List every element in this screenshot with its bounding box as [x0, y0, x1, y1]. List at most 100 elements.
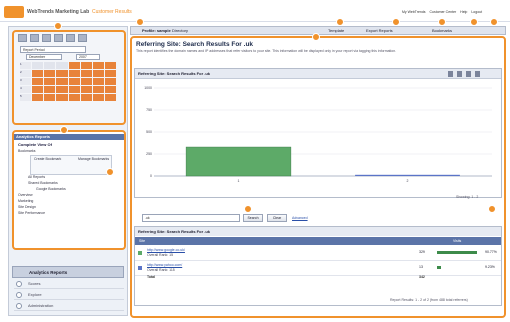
custom-range-icon[interactable]	[78, 34, 87, 42]
manage-bookmarks-link[interactable]: Manage Bookmarks	[78, 157, 109, 161]
calendar-day[interactable]	[80, 78, 92, 85]
clear-button[interactable]: Clear	[267, 214, 287, 222]
nav-item-explore[interactable]: Explore	[14, 290, 124, 300]
calendar-day[interactable]	[68, 70, 80, 77]
calendar-day[interactable]	[68, 62, 80, 69]
tree-item-site-performance[interactable]: Site Performance	[18, 211, 45, 215]
chart-tools	[448, 71, 480, 77]
search-button[interactable]: Search	[243, 214, 263, 222]
week-label[interactable]: 4	[20, 86, 32, 93]
column-header-visits[interactable]: Visits	[453, 237, 461, 245]
calendar-day[interactable]	[92, 62, 104, 69]
nav-analytics-reports[interactable]: Analytics Reports	[12, 266, 124, 278]
settings-icon[interactable]	[475, 71, 480, 77]
tree-item-shared-bookmarks[interactable]: Shared Bookmarks	[28, 181, 58, 185]
calendar-day[interactable]	[68, 78, 80, 85]
calendar-day[interactable]	[32, 70, 44, 77]
calendar-grid[interactable]: 1 2 3 4 5	[20, 62, 116, 118]
year-select[interactable]: 2007	[76, 54, 100, 60]
print-icon[interactable]	[448, 71, 453, 77]
calendar-day[interactable]	[92, 86, 104, 93]
calendar-day[interactable]	[80, 94, 92, 101]
calendar-day[interactable]	[56, 94, 68, 101]
header-link[interactable]: Logout	[471, 10, 482, 14]
week-icon[interactable]	[30, 34, 39, 42]
week-label[interactable]: 2	[20, 70, 32, 77]
nav-item-administration[interactable]: Administration	[14, 301, 124, 311]
header-links: My WebTrends Customer Center Help Logout	[402, 10, 485, 14]
table-row: http://www.google.co.uk/ Overall Rank: 1…	[135, 247, 501, 261]
month-icon[interactable]	[42, 34, 51, 42]
calendar-day[interactable]	[104, 78, 116, 85]
calendar-day[interactable]	[44, 70, 56, 77]
calendar-day[interactable]	[44, 86, 56, 93]
header-link[interactable]: Help	[460, 10, 467, 14]
tree-item-all-reports[interactable]: All Reports	[28, 175, 45, 179]
tree-item-google-bookmarks[interactable]: Google Bookmarks	[36, 187, 66, 191]
visits-percent: 9.23%	[485, 265, 495, 269]
tree-item-bookmarks[interactable]: Bookmarks	[18, 149, 36, 153]
year-icon[interactable]	[66, 34, 75, 42]
table-header: Site Visits	[135, 237, 501, 245]
series-color-swatch	[138, 266, 142, 270]
chart-bar	[355, 174, 460, 176]
header-link[interactable]: My WebTrends	[402, 10, 426, 14]
visits-value: 13	[419, 265, 423, 269]
calendar-day[interactable]	[104, 70, 116, 77]
tree-item-marketing[interactable]: Marketing	[18, 199, 33, 203]
week-label[interactable]: 5	[20, 94, 32, 101]
calendar-day[interactable]	[80, 86, 92, 93]
profile-dropdown[interactable]: Directory	[172, 28, 188, 33]
report-period-select[interactable]: Report Period	[20, 46, 86, 53]
calendar-day[interactable]	[32, 78, 44, 85]
column-header-site[interactable]: Site	[139, 237, 145, 245]
export-icon[interactable]	[457, 71, 462, 77]
chart-type-icon[interactable]	[466, 71, 471, 77]
calendar-day[interactable]	[68, 86, 80, 93]
calendar-day[interactable]	[104, 94, 116, 101]
calendar-day[interactable]	[80, 62, 92, 69]
week-label[interactable]: 3	[20, 78, 32, 85]
month-year-row: December 2007	[20, 54, 116, 60]
callout-badge	[136, 18, 144, 26]
reports-tree-box	[12, 130, 126, 250]
visits-share-bar	[437, 266, 442, 269]
day-icon[interactable]	[18, 34, 27, 42]
calendar-day[interactable]	[44, 94, 56, 101]
calendar-day[interactable]	[56, 78, 68, 85]
tree-item-site-design[interactable]: Site Design	[18, 205, 36, 209]
y-tick-label: 750	[146, 108, 152, 112]
template-menu[interactable]: Template	[328, 28, 344, 33]
bookmarks-menu[interactable]: Bookmarks	[432, 28, 452, 33]
month-select[interactable]: December	[26, 54, 62, 60]
callout-badge	[490, 18, 498, 26]
nav-item-scores[interactable]: Scores	[14, 279, 124, 289]
calendar-day[interactable]	[32, 86, 44, 93]
calendar-day[interactable]	[32, 94, 44, 101]
calendar-day	[32, 62, 44, 69]
create-bookmark-link[interactable]: Create Bookmark	[34, 157, 61, 161]
tree-item-overview[interactable]: Overview	[18, 193, 33, 197]
site-link[interactable]: http://www.yahoo.com/	[147, 263, 182, 267]
quarter-icon[interactable]	[54, 34, 63, 42]
nav-item-label: Administration	[28, 303, 54, 308]
search-input[interactable]: .uk	[142, 214, 240, 222]
header-link[interactable]: Customer Center	[430, 10, 457, 14]
calendar-day[interactable]	[92, 70, 104, 77]
calendar-day[interactable]	[68, 94, 80, 101]
scores-icon	[16, 281, 22, 287]
calendar-day[interactable]	[92, 78, 104, 85]
calendar-day[interactable]	[104, 62, 116, 69]
week-label[interactable]: 1	[20, 62, 32, 69]
export-reports-menu[interactable]: Export Reports	[366, 28, 393, 33]
profile-view-title[interactable]: Complete View Of	[18, 142, 52, 147]
advanced-search-link[interactable]: Advanced	[292, 216, 308, 220]
calendar-day[interactable]	[80, 70, 92, 77]
calendar-day[interactable]	[44, 78, 56, 85]
series-color-swatch	[138, 251, 142, 255]
calendar-day[interactable]	[92, 94, 104, 101]
site-link[interactable]: http://www.google.co.uk/	[147, 248, 185, 252]
calendar-day[interactable]	[56, 70, 68, 77]
calendar-day[interactable]	[56, 86, 68, 93]
calendar-day[interactable]	[104, 86, 116, 93]
